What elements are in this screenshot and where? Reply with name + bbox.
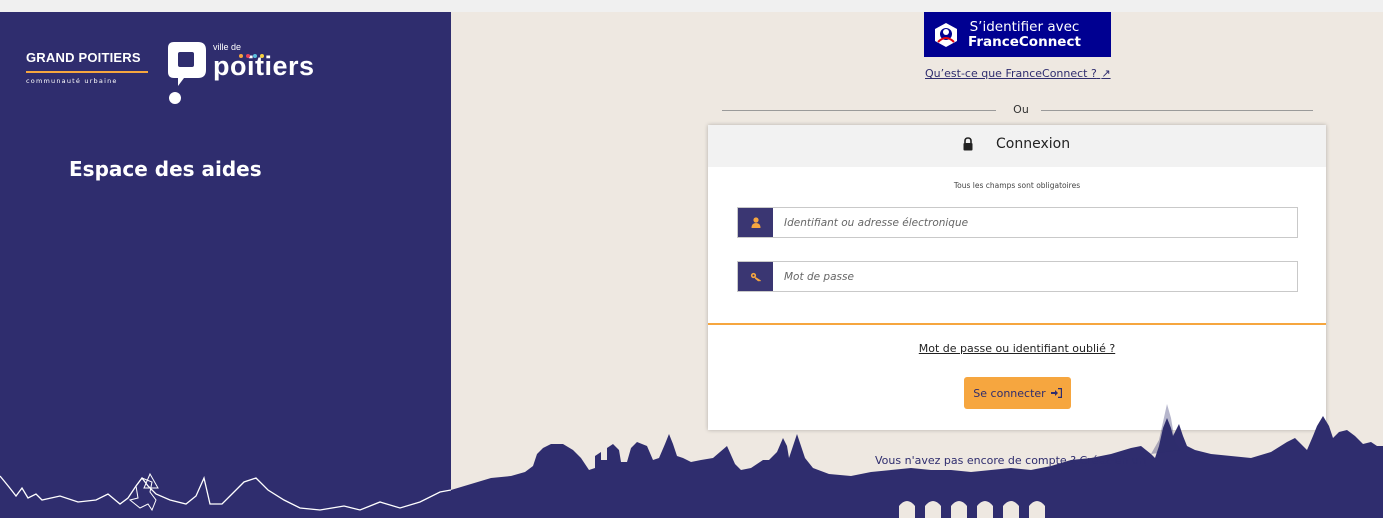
grand-poitiers-title: GRAND POITIERS — [26, 50, 141, 65]
franceconnect-line1: S’identifier avec — [969, 18, 1080, 35]
username-input[interactable] — [773, 208, 1297, 237]
page-title: Espace des aides — [69, 157, 262, 181]
main-area: S’identifier avec FranceConnect Qu’est-c… — [451, 12, 1383, 518]
login-card: Connexion Tous les champs sont obligatoi… — [708, 125, 1326, 430]
signup-prompt: Vous n'avez pas encore de compte ? Créez… — [875, 454, 1146, 467]
separator-line-right — [1041, 110, 1313, 111]
logo-dots-icon — [239, 54, 264, 58]
poitiers-p-logo-icon — [168, 42, 206, 104]
user-icon — [738, 208, 773, 237]
login-title: Connexion — [996, 136, 1071, 152]
logo-divider — [26, 71, 148, 73]
communaute-label: communauté urbaine — [26, 77, 118, 85]
key-icon — [738, 262, 773, 291]
password-input[interactable] — [773, 262, 1297, 291]
lock-icon — [963, 137, 973, 151]
franceconnect-help-text: Qu’est-ce que FranceConnect ? — [925, 67, 1097, 80]
password-field — [737, 261, 1298, 292]
city-skyline-illustration — [451, 404, 1383, 518]
grand-poitiers-logo[interactable]: GRAND POITIERS communauté urbaine — [26, 50, 148, 85]
franceconnect-button[interactable]: S’identifier avec FranceConnect — [924, 12, 1111, 57]
franceconnect-label: S’identifier avec FranceConnect — [968, 18, 1081, 50]
franceconnect-logo-icon — [935, 22, 957, 47]
login-card-header: Connexion — [708, 125, 1326, 167]
top-strip — [0, 0, 1383, 12]
franceconnect-help-link[interactable]: Qu’est-ce que FranceConnect ? ↗ — [925, 67, 1111, 80]
separator-label: Ou — [1013, 103, 1029, 116]
username-field — [737, 207, 1298, 238]
left-panel: GRAND POITIERS communauté urbaine ville … — [0, 12, 451, 518]
signup-link[interactable]: Créez-en un — [1080, 454, 1146, 467]
franceconnect-line2: FranceConnect — [968, 33, 1081, 50]
external-link-icon: ↗ — [1101, 67, 1111, 80]
signup-text: Vous n'avez pas encore de compte ? — [875, 454, 1077, 467]
card-divider — [708, 323, 1326, 325]
mandatory-fields-note: Tous les champs sont obligatoires — [953, 181, 1081, 190]
separator-line-left — [722, 110, 996, 111]
poitiers-sketch-illustration — [0, 472, 451, 512]
forgot-password-link[interactable]: Mot de passe ou identifiant oublié ? — [708, 342, 1326, 355]
